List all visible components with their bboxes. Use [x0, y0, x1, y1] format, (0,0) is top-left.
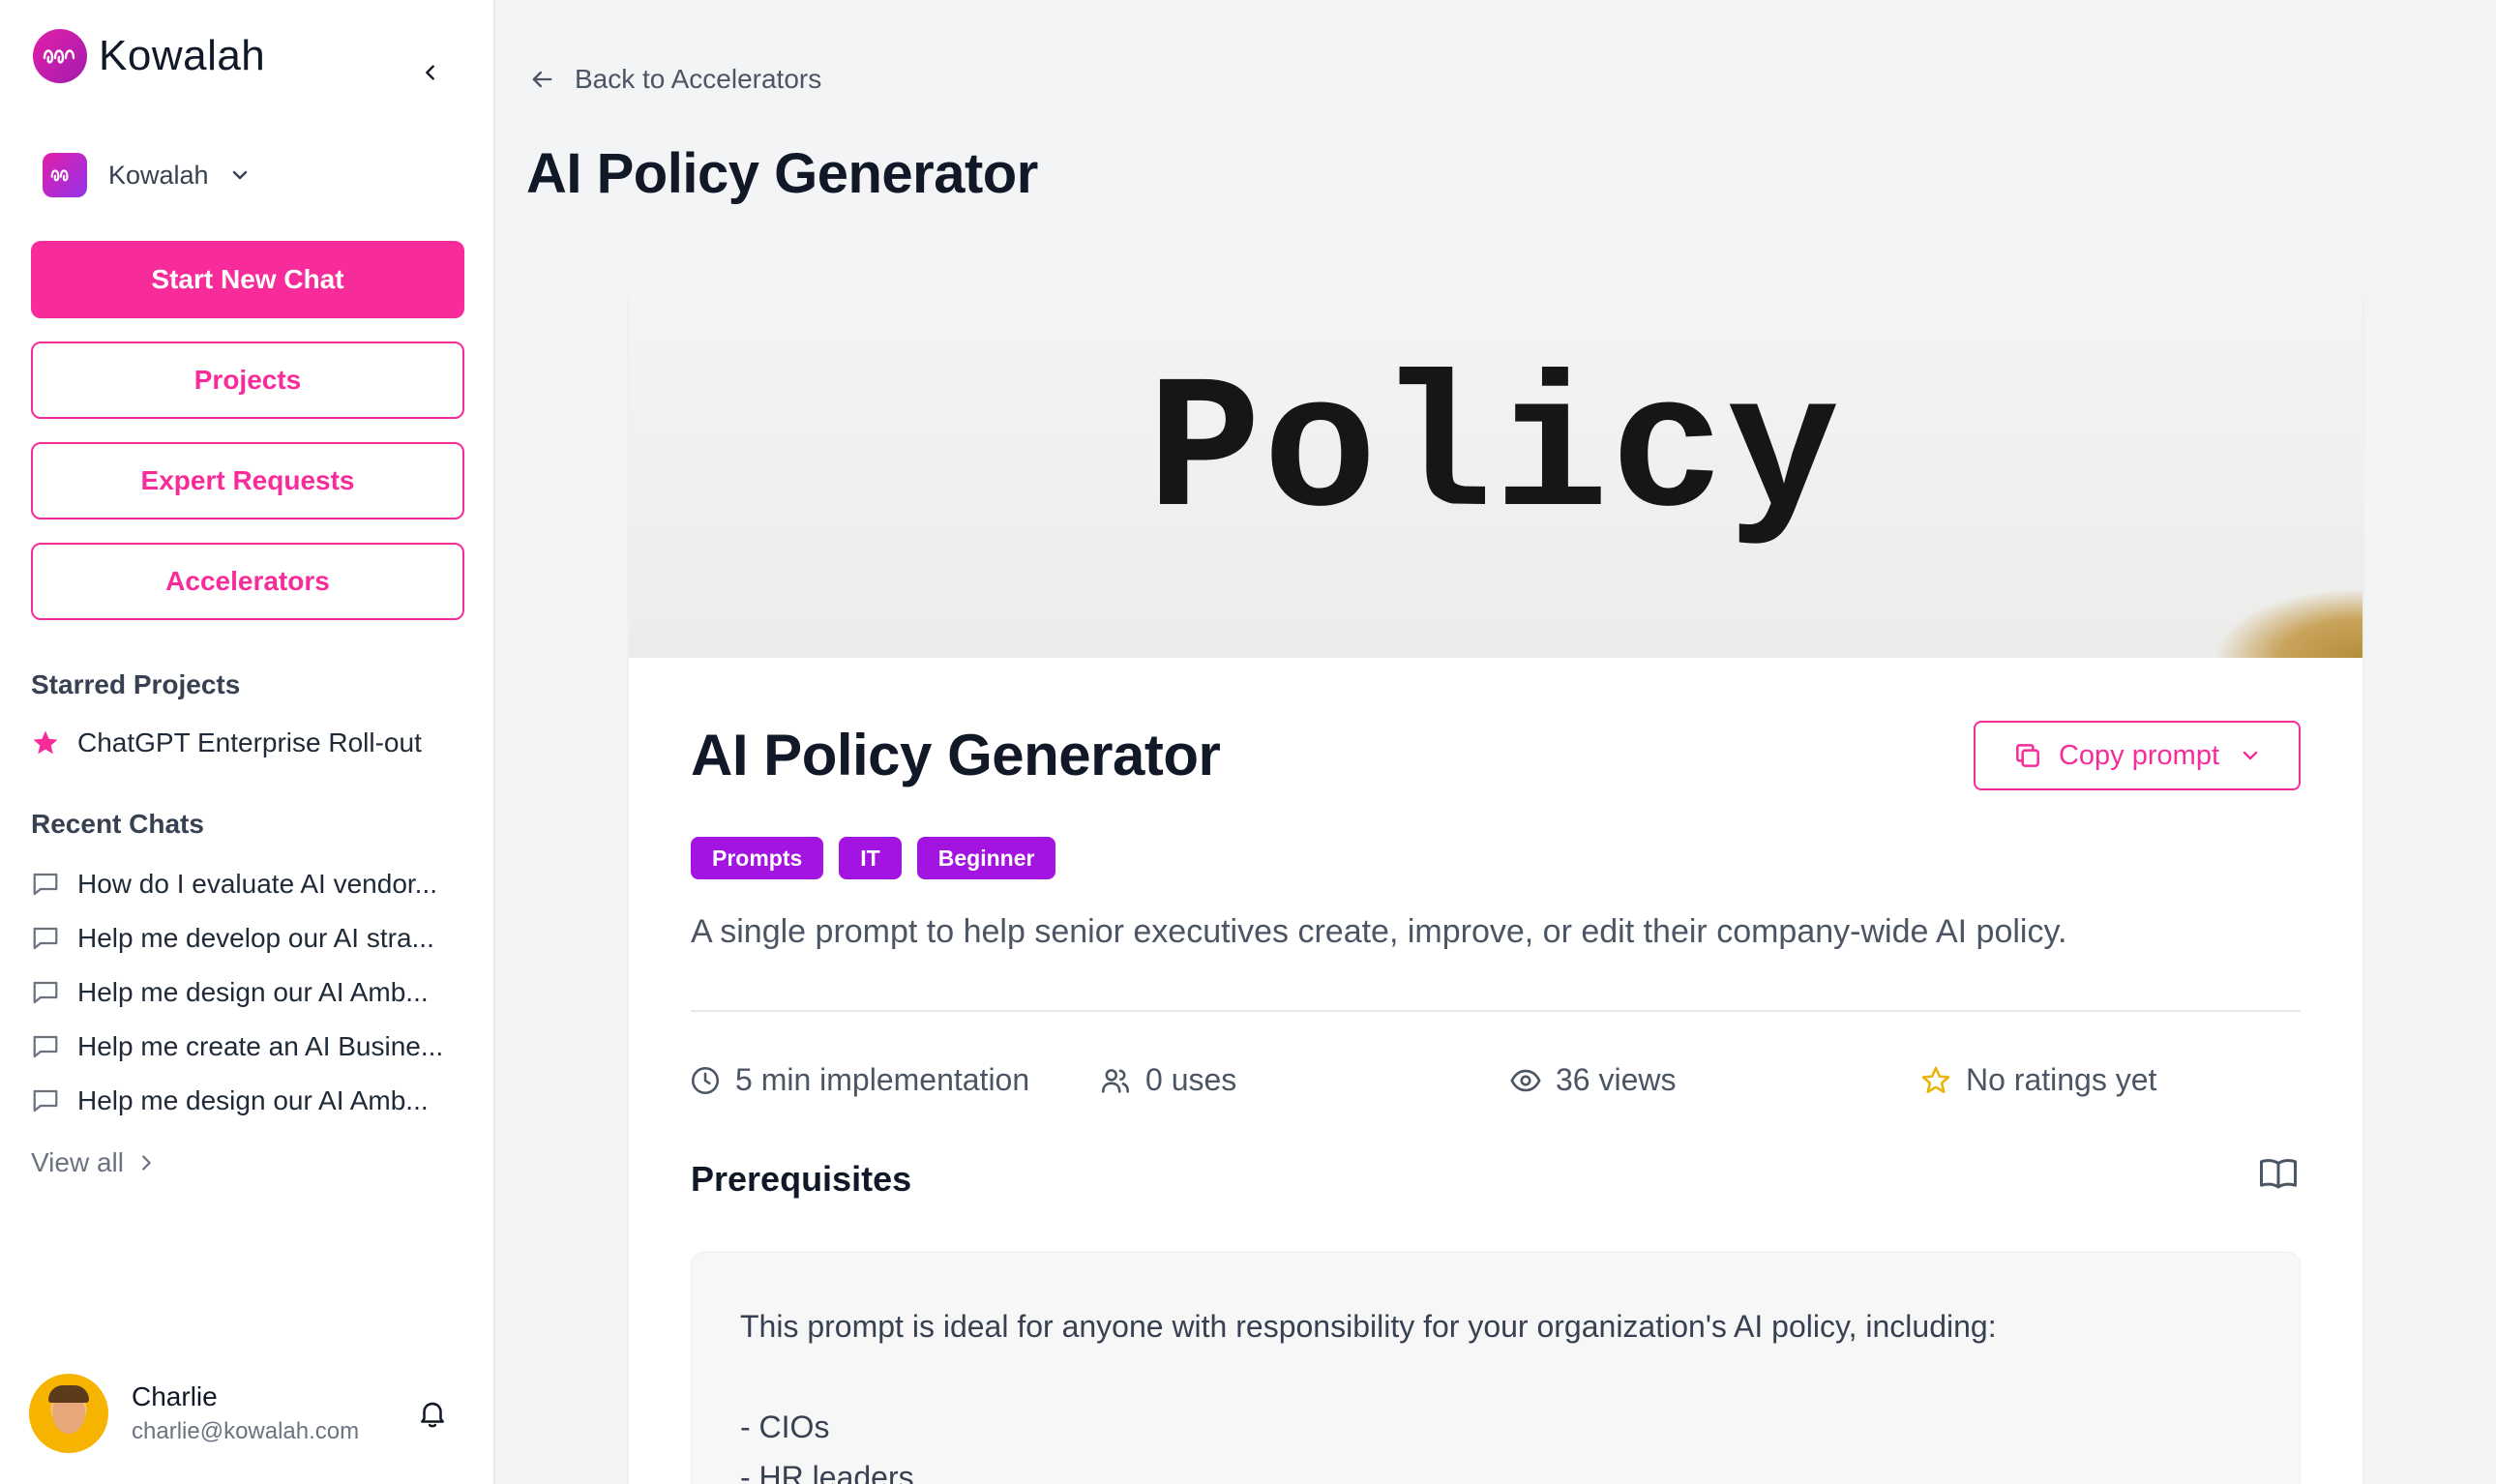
view-all-chats-link[interactable]: View all [31, 1147, 157, 1178]
chevron-right-icon [142, 1155, 151, 1171]
chat-bubble-icon [33, 927, 58, 950]
brand[interactable]: Kowalah [33, 29, 265, 83]
tag-list: Prompts IT Beginner [691, 837, 1071, 879]
star-filled-icon [33, 730, 58, 755]
user-email: charlie@kowalah.com [132, 1418, 360, 1444]
eye-icon [1510, 1069, 1541, 1091]
recent-chat-item[interactable]: Help me design our AI Amb... [31, 1085, 466, 1116]
user-name: Charlie [132, 1381, 218, 1411]
users-icon [1101, 1068, 1130, 1093]
chat-bubble-icon [33, 1089, 58, 1113]
recent-chat-item[interactable]: Help me design our AI Amb... [31, 977, 466, 1008]
views-label: 36 views [1556, 1062, 1677, 1097]
chat-bubble-icon [33, 873, 58, 896]
start-new-chat-button[interactable]: Start New Chat [31, 241, 464, 318]
chevron-left-icon [426, 65, 434, 80]
view-all-label: View all [31, 1147, 124, 1177]
hero-image: Policy [629, 288, 2362, 658]
copy-prompt-label: Copy prompt [2058, 739, 2219, 771]
accelerator-card: Policy AI Policy Generator Copy prompt P… [629, 288, 2362, 1484]
star-outline-icon [1921, 1066, 1950, 1093]
back-to-accelerators-link[interactable]: Back to Accelerators [528, 64, 821, 95]
org-switcher[interactable]: Kowalah [43, 153, 252, 197]
rating-stat[interactable]: No ratings yet [1919, 1062, 2156, 1098]
recent-chats-heading: Recent Chats [31, 809, 204, 839]
accelerator-title: AI Policy Generator [691, 723, 1221, 787]
copy-prompt-button[interactable]: Copy prompt [1974, 721, 2301, 790]
accelerator-description: A single prompt to help senior executive… [691, 913, 2067, 950]
divider [691, 1010, 2301, 1012]
prerequisites-heading: Prerequisites [691, 1159, 912, 1199]
tag-badge[interactable]: IT [839, 837, 902, 879]
org-logo-icon [43, 153, 87, 197]
prerequisites-box: This prompt is ideal for anyone with res… [691, 1252, 2301, 1484]
brand-name: Kowalah [99, 32, 266, 79]
recent-chat-label: Help me develop our AI stra... [77, 923, 434, 953]
chat-bubble-icon [33, 1035, 58, 1058]
arrow-left-icon [532, 71, 552, 88]
avatar [29, 1374, 108, 1453]
hero-word: Policy [1147, 346, 1842, 561]
notifications-button[interactable] [416, 1397, 449, 1435]
rating-label: No ratings yet [1966, 1062, 2157, 1097]
tag-badge[interactable]: Prompts [691, 837, 824, 879]
kowalah-logo-icon [33, 29, 87, 83]
implementation-time-stat: 5 min implementation [689, 1062, 1029, 1098]
user-profile[interactable]: Charlie charlie@kowalah.com [29, 1374, 359, 1453]
guide-button[interactable] [2258, 1153, 2299, 1199]
book-open-icon [2260, 1159, 2297, 1189]
page-title: AI Policy Generator [526, 142, 1038, 205]
bell-icon [421, 1402, 444, 1428]
clock-icon [691, 1066, 720, 1094]
recent-chat-item[interactable]: Help me create an AI Busine... [31, 1031, 466, 1062]
chat-bubble-icon [33, 981, 58, 1004]
chevron-down-icon [2243, 751, 2258, 760]
accelerators-button[interactable]: Accelerators [31, 543, 464, 620]
recent-chat-label: How do I evaluate AI vendor... [77, 869, 438, 899]
chevron-down-icon [232, 170, 247, 180]
tag-badge[interactable]: Beginner [916, 837, 1056, 879]
uses-label: 0 uses [1145, 1062, 1237, 1097]
starred-project-label: ChatGPT Enterprise Roll-out [77, 727, 422, 757]
starred-projects-heading: Starred Projects [31, 669, 241, 699]
sidebar: Kowalah Kowalah Start New Chat Projects … [0, 0, 495, 1484]
recent-chat-item[interactable]: Help me develop our AI stra... [31, 923, 466, 954]
collapse-sidebar-button[interactable] [414, 56, 447, 89]
implementation-label: 5 min implementation [735, 1062, 1030, 1097]
projects-button[interactable]: Projects [31, 341, 464, 419]
expert-requests-button[interactable]: Expert Requests [31, 442, 464, 519]
starred-project-item[interactable]: ChatGPT Enterprise Roll-out [31, 727, 422, 758]
org-name: Kowalah [108, 160, 209, 190]
copy-icon [2016, 744, 2039, 767]
recent-chat-label: Help me design our AI Amb... [77, 977, 429, 1007]
recent-chat-label: Help me create an AI Busine... [77, 1031, 444, 1061]
views-stat: 36 views [1509, 1062, 1677, 1098]
prerequisites-text: This prompt is ideal for anyone with res… [740, 1309, 1997, 1484]
recent-chat-label: Help me design our AI Amb... [77, 1085, 429, 1115]
recent-chat-item[interactable]: How do I evaluate AI vendor... [31, 869, 466, 900]
uses-stat: 0 uses [1099, 1062, 1236, 1098]
back-link-label: Back to Accelerators [575, 64, 822, 94]
